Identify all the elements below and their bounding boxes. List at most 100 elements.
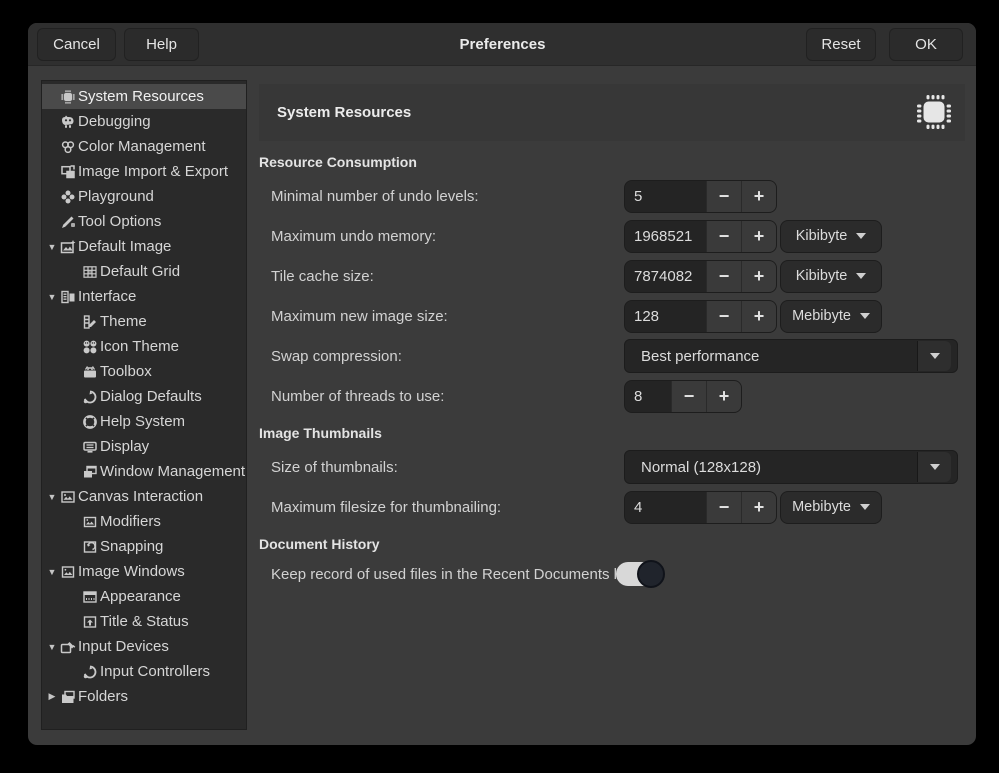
theme-icon — [82, 314, 98, 330]
input-controllers-icon — [82, 664, 98, 680]
sidebar-item-canvas-interaction[interactable]: ▼ Canvas Interaction — [42, 484, 246, 509]
ok-button[interactable]: OK — [889, 28, 963, 61]
input-devices-icon — [60, 639, 76, 655]
recent-documents-toggle[interactable] — [616, 562, 662, 586]
thumbnail-filesize-decrement-button[interactable]: − — [706, 492, 741, 523]
thumbnail-filesize-input[interactable]: 4 — [625, 492, 706, 523]
sidebar-item-help-system[interactable]: Help System — [42, 409, 246, 434]
row-undo-memory: Maximum undo memory: 1968521 − + Kibibyt… — [259, 219, 965, 253]
preferences-category-tree[interactable]: System Resources Debugging Color Managem… — [41, 80, 247, 730]
tile-cache-input[interactable]: 7874082 — [625, 261, 706, 292]
thumbnail-filesize-unit-dropdown[interactable]: Mebibyte — [780, 491, 882, 524]
expander-open-icon[interactable]: ▼ — [44, 292, 60, 302]
help-button[interactable]: Help — [124, 28, 199, 61]
sidebar-item-window-management[interactable]: Window Management — [42, 459, 246, 484]
undo-memory-increment-button[interactable]: + — [741, 221, 776, 252]
sidebar-item-interface[interactable]: ▼ Interface — [42, 284, 246, 309]
undo-memory-label: Maximum undo memory: — [271, 228, 436, 245]
sidebar-item-default-image[interactable]: ▼ Default Image — [42, 234, 246, 259]
sidebar-item-debugging[interactable]: Debugging — [42, 109, 246, 134]
section-document-history: Document History — [259, 536, 380, 552]
sidebar-item-label: Dialog Defaults — [100, 388, 202, 405]
sidebar-item-label: Appearance — [100, 588, 181, 605]
row-thumbnail-filesize: Maximum filesize for thumbnailing: 4 − +… — [259, 490, 965, 524]
row-recent-documents: Keep record of used files in the Recent … — [259, 557, 965, 591]
expander-open-icon[interactable]: ▼ — [44, 642, 60, 652]
sidebar-item-theme[interactable]: Theme — [42, 309, 246, 334]
expander-open-icon[interactable]: ▼ — [44, 242, 60, 252]
undo-memory-unit-dropdown[interactable]: Kibibyte — [780, 220, 882, 253]
sidebar-item-input-devices[interactable]: ▼ Input Devices — [42, 634, 246, 659]
thumbnail-size-dropdown[interactable]: Normal (128x128) — [624, 450, 958, 484]
sidebar-item-label: Theme — [100, 313, 147, 330]
sidebar-item-display[interactable]: Display — [42, 434, 246, 459]
sidebar-item-title-and-status[interactable]: Title & Status — [42, 609, 246, 634]
expander-open-icon[interactable]: ▼ — [44, 567, 60, 577]
chevron-down-icon — [930, 353, 940, 359]
undo-levels-decrement-button[interactable]: − — [706, 181, 741, 212]
undo-memory-input[interactable]: 1968521 — [625, 221, 706, 252]
undo-memory-spinbox: 1968521 − + — [624, 220, 777, 253]
undo-levels-increment-button[interactable]: + — [741, 181, 776, 212]
sidebar-item-tool-options[interactable]: Tool Options — [42, 209, 246, 234]
snapping-icon — [82, 539, 98, 555]
row-threads: Number of threads to use: 8 − + — [259, 379, 965, 413]
new-image-size-decrement-button[interactable]: − — [706, 301, 741, 332]
sidebar-item-label: Image Import & Export — [78, 163, 228, 180]
undo-memory-decrement-button[interactable]: − — [706, 221, 741, 252]
section-resource-consumption: Resource Consumption — [259, 154, 417, 170]
threads-increment-button[interactable]: + — [706, 381, 741, 412]
sidebar-item-appearance[interactable]: Appearance — [42, 584, 246, 609]
threads-decrement-button[interactable]: − — [671, 381, 706, 412]
thumbnail-filesize-label: Maximum filesize for thumbnailing: — [271, 499, 501, 516]
reset-button[interactable]: Reset — [806, 28, 876, 61]
interface-icon — [60, 289, 76, 305]
new-image-size-input[interactable]: 128 — [625, 301, 706, 332]
sidebar-item-default-grid[interactable]: Default Grid — [42, 259, 246, 284]
toolbox-icon — [82, 364, 98, 380]
sidebar-item-dialog-defaults[interactable]: Dialog Defaults — [42, 384, 246, 409]
chevron-down-icon — [856, 273, 866, 279]
tile-cache-increment-button[interactable]: + — [741, 261, 776, 292]
sidebar-item-snapping[interactable]: Snapping — [42, 534, 246, 559]
tile-cache-decrement-button[interactable]: − — [706, 261, 741, 292]
new-image-size-unit-dropdown[interactable]: Mebibyte — [780, 300, 882, 333]
sidebar-item-toolbox[interactable]: Toolbox — [42, 359, 246, 384]
toggle-knob — [637, 560, 665, 588]
thumbnail-size-label: Size of thumbnails: — [271, 459, 398, 476]
swap-compression-dropdown[interactable]: Best performance — [624, 339, 958, 373]
cancel-button[interactable]: Cancel — [37, 28, 116, 61]
sidebar-item-icon-theme[interactable]: Icon Theme — [42, 334, 246, 359]
tool-options-icon — [60, 214, 76, 230]
default-grid-icon — [82, 264, 98, 280]
sidebar-item-modifiers[interactable]: Modifiers — [42, 509, 246, 534]
undo-levels-input[interactable]: 5 — [625, 181, 706, 212]
sidebar-item-input-controllers[interactable]: Input Controllers — [42, 659, 246, 684]
expander-open-icon[interactable]: ▼ — [44, 492, 60, 502]
threads-input[interactable]: 8 — [625, 381, 671, 412]
thumbnail-filesize-increment-button[interactable]: + — [741, 492, 776, 523]
sidebar-item-folders[interactable]: ▶ Folders — [42, 684, 246, 709]
sidebar-item-image-import-and-export[interactable]: Image Import & Export — [42, 159, 246, 184]
titlebar-right-buttons: Reset OK — [806, 28, 963, 61]
new-image-size-spinbox: 128 − + — [624, 300, 777, 333]
section-image-thumbnails: Image Thumbnails — [259, 425, 382, 441]
help-system-icon — [82, 414, 98, 430]
sidebar-item-image-windows[interactable]: ▼ Image Windows — [42, 559, 246, 584]
chevron-down-icon — [860, 504, 870, 510]
sidebar-item-color-management[interactable]: Color Management — [42, 134, 246, 159]
new-image-size-increment-button[interactable]: + — [741, 301, 776, 332]
tile-cache-unit-dropdown[interactable]: Kibibyte — [780, 260, 882, 293]
sidebar-item-system-resources[interactable]: System Resources — [42, 84, 246, 109]
row-new-image-size: Maximum new image size: 128 − + Mebibyte — [259, 299, 965, 333]
sidebar-item-playground[interactable]: Playground — [42, 184, 246, 209]
new-image-size-unit-value: Mebibyte — [792, 308, 851, 324]
page-title: System Resources — [277, 104, 411, 121]
sidebar-item-label: Playground — [78, 188, 154, 205]
image-import-export-icon — [60, 164, 76, 180]
preferences-dialog: Cancel Help Preferences Reset OK System … — [28, 23, 976, 745]
color-management-icon — [60, 139, 76, 155]
expander-closed-icon[interactable]: ▶ — [44, 691, 60, 702]
debugging-icon — [60, 114, 76, 130]
canvas-interaction-icon — [60, 489, 76, 505]
